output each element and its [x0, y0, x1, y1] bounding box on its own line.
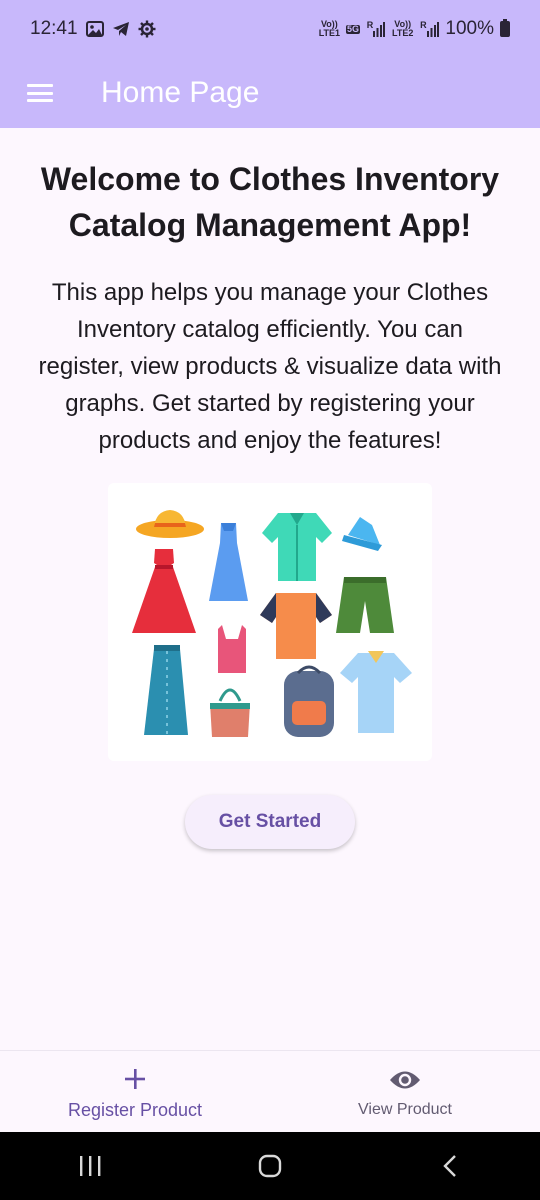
welcome-heading: Welcome to Clothes Inventory Catalog Man…	[40, 161, 500, 243]
bottom-navigation: Register Product View Product	[0, 1050, 540, 1133]
nav-register-product-label: Register Product	[67, 1099, 203, 1120]
backpack-illustration	[284, 665, 334, 737]
roaming-label-2: R	[420, 20, 427, 30]
clothes-collection-image	[108, 483, 432, 761]
plus-icon	[123, 1064, 147, 1094]
main-content: Welcome to Clothes Inventory Catalog Man…	[0, 128, 540, 849]
teal-shirt-illustration	[262, 513, 332, 581]
nav-register-product[interactable]: Register Product	[0, 1051, 270, 1133]
volte-lte1-icon: Vo)) LTE1	[319, 20, 340, 38]
handbag-illustration	[210, 688, 250, 737]
red-dress-illustration	[132, 549, 196, 633]
nav-view-product[interactable]: View Product	[270, 1051, 540, 1133]
system-navigation-bar	[0, 1132, 540, 1200]
back-icon	[443, 1155, 456, 1177]
nav-view-product-label: View Product	[358, 1101, 452, 1118]
telegram-icon	[112, 20, 130, 38]
home-icon	[258, 1154, 282, 1178]
orange-tshirt-illustration	[260, 593, 332, 659]
home-button[interactable]	[240, 1136, 300, 1196]
bucket-hat-illustration	[342, 517, 382, 551]
menu-button[interactable]	[0, 58, 80, 128]
signal-bars-icon: R	[366, 20, 386, 38]
app-description: This app helps you manage your Clothes I…	[38, 279, 502, 454]
status-right: Vo)) LTE1 5G R Vo)) LTE2 R 100%	[319, 18, 510, 40]
recents-button[interactable]	[60, 1136, 120, 1196]
5g-signal-icon: 5G	[346, 23, 361, 34]
roaming-label-1: R	[366, 20, 374, 30]
get-started-button[interactable]: Get Started	[185, 795, 355, 849]
polo-shirt-illustration	[340, 651, 412, 733]
back-button[interactable]	[420, 1136, 480, 1196]
battery-percent: 100%	[445, 18, 494, 39]
sun-hat-illustration	[136, 510, 204, 538]
signal-bars-2-icon: R	[419, 20, 439, 38]
status-left: 12:41	[30, 18, 156, 40]
page-title: Home Page	[101, 76, 260, 109]
network-5g-label: 5G	[346, 23, 361, 34]
blue-dress-illustration	[209, 523, 248, 601]
pink-tank-illustration	[218, 625, 246, 673]
battery-icon	[500, 19, 510, 37]
sim1-tag-bottom: LTE1	[318, 28, 341, 38]
volte-lte2-icon: Vo)) LTE2	[392, 20, 413, 38]
recents-icon	[80, 1156, 101, 1176]
sim2-tag-bottom: LTE2	[392, 28, 414, 38]
hamburger-menu-icon	[27, 84, 53, 102]
app-bar: Home Page	[0, 58, 540, 128]
denim-skirt-illustration	[144, 645, 188, 735]
status-bar: 12:41 Vo)) LTE1 5G R Vo)) LTE2 R 100%	[0, 0, 540, 58]
settings-gear-icon	[138, 20, 156, 38]
eye-icon	[389, 1065, 421, 1095]
image-icon	[85, 20, 104, 38]
green-shorts-illustration	[336, 577, 394, 633]
status-time: 12:41	[30, 18, 78, 39]
